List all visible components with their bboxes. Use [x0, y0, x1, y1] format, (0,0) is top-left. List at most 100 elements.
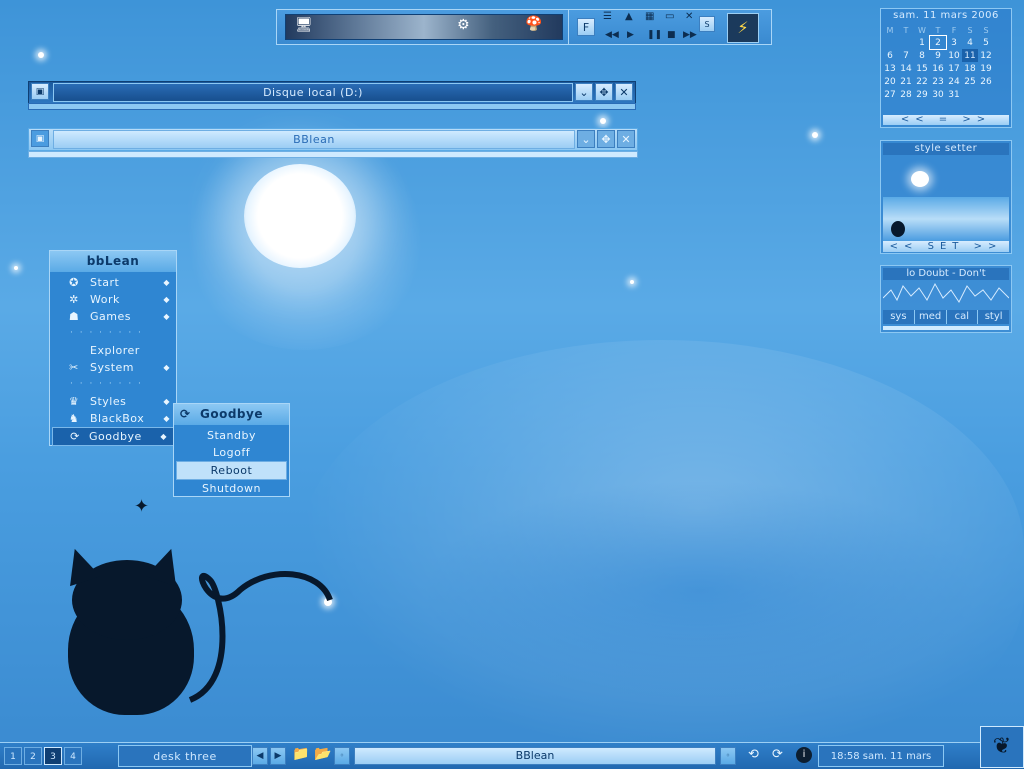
calendar-prev-button[interactable]: << — [901, 114, 930, 125]
calendar-day[interactable]: 16 — [930, 62, 946, 75]
refresh-tray-icon[interactable]: ⟳ — [772, 747, 783, 762]
calendar-day[interactable]: 10 — [946, 49, 962, 62]
info-tray-icon[interactable]: i — [796, 747, 812, 763]
calendar-day[interactable]: 4 — [962, 36, 978, 49]
calendar-day[interactable]: 26 — [978, 75, 994, 88]
calendar-day[interactable]: 2 — [929, 35, 947, 50]
style-set-button[interactable]: SET — [928, 241, 965, 252]
arrow-icon: ◆ — [163, 397, 170, 406]
calendar-day[interactable]: 23 — [930, 75, 946, 88]
style-nav: << SET >> — [883, 241, 1009, 252]
eject-icon[interactable]: ▲ — [625, 11, 633, 22]
pause-icon[interactable]: ❚❚ — [647, 30, 662, 40]
window-bottom-bar[interactable] — [28, 151, 638, 158]
menu-item-explorer[interactable]: Explorer — [50, 342, 176, 359]
menu-item-styles[interactable]: ♛ Styles ◆ — [50, 393, 176, 410]
calendar-day[interactable]: 3 — [946, 36, 962, 49]
workspace-1[interactable]: 1 — [4, 747, 22, 765]
power-tray-icon[interactable]: ⟲ — [748, 747, 759, 762]
forward-icon[interactable]: ▶▶ — [683, 30, 697, 40]
playlist-icon[interactable]: ☰ — [603, 11, 612, 22]
grid-icon[interactable]: ▦ — [645, 11, 654, 22]
workspace-2[interactable]: 2 — [24, 747, 42, 765]
calendar-day[interactable]: 13 — [882, 62, 898, 75]
dragon-logo-icon[interactable]: ❦ — [980, 726, 1024, 768]
calendar-day[interactable]: 6 — [882, 49, 898, 62]
calendar-day[interactable]: 21 — [898, 75, 914, 88]
close-icon[interactable]: ✕ — [617, 130, 635, 148]
calendar-day[interactable]: 7 — [898, 49, 914, 62]
window-icon[interactable]: ▭ — [665, 11, 674, 22]
window-disque-local[interactable]: ▣ Disque local (D:) ⌄ ✥ ✕ — [28, 81, 636, 104]
calendar-day[interactable]: 20 — [882, 75, 898, 88]
f-button[interactable]: F — [577, 18, 595, 36]
s-button[interactable]: S — [699, 16, 715, 32]
close-icon[interactable]: ✕ — [685, 11, 693, 22]
minimize-icon[interactable]: ⌄ — [577, 130, 595, 148]
calendar-day[interactable]: 19 — [978, 62, 994, 75]
tab-bar: sys med cal styl — [883, 310, 1009, 324]
minimize-icon[interactable]: ⌄ — [575, 83, 593, 101]
tab-sys[interactable]: sys — [883, 310, 915, 324]
arrow-icon: ◆ — [163, 278, 170, 287]
menu-item-blackbox[interactable]: ♞ BlackBox ◆ — [50, 410, 176, 427]
open-folder-icon[interactable]: 📂 — [314, 746, 331, 762]
calendar-day[interactable]: 15 — [914, 62, 930, 75]
calendar-day[interactable]: 31 — [946, 88, 962, 101]
calendar-day[interactable]: 11 — [962, 49, 978, 62]
calendar-day[interactable]: 30 — [930, 88, 946, 101]
tab-cal[interactable]: cal — [946, 310, 979, 324]
window-bottom-bar[interactable] — [28, 103, 636, 110]
play-icon[interactable]: ▶ — [627, 30, 634, 40]
calendar-day[interactable]: 18 — [962, 62, 978, 75]
task-bblean[interactable]: BBlean — [354, 747, 716, 765]
window-bblean[interactable]: ▣ BBlean ⌄ ✥ ✕ — [28, 128, 638, 151]
window-menu-icon[interactable]: ▣ — [31, 83, 49, 100]
calendar-day[interactable]: 24 — [946, 75, 962, 88]
wallpaper-star — [14, 266, 18, 270]
submenu-item-standby[interactable]: Standby — [174, 427, 289, 444]
style-next-button[interactable]: >> — [974, 241, 1003, 252]
clock[interactable]: 18:58 sam. 11 mars — [818, 745, 944, 767]
maximize-icon[interactable]: ✥ — [595, 83, 613, 101]
calendar-day[interactable]: 22 — [914, 75, 930, 88]
calendar-day[interactable]: 8 — [914, 49, 930, 62]
next-desk-button[interactable]: ▶ — [270, 747, 286, 765]
lightning-icon[interactable]: ⚡ — [727, 13, 759, 43]
calendar-day[interactable]: 12 — [978, 49, 994, 62]
calendar-day[interactable]: 25 — [962, 75, 978, 88]
window-menu-icon[interactable]: ▣ — [31, 130, 49, 147]
task-button-left[interactable]: ◦ — [334, 747, 350, 765]
calendar-day[interactable]: 14 — [898, 62, 914, 75]
calendar-day[interactable]: 27 — [882, 88, 898, 101]
calendar-day[interactable]: 17 — [946, 62, 962, 75]
submenu-item-logoff[interactable]: Logoff — [174, 444, 289, 461]
submenu-item-shutdown[interactable]: Shutdown — [174, 480, 289, 497]
menu-item-games[interactable]: ☗ Games ◆ — [50, 308, 176, 325]
calendar-day[interactable]: 5 — [978, 36, 994, 49]
menu-item-work[interactable]: ✲ Work ◆ — [50, 291, 176, 308]
calendar-day[interactable]: 9 — [930, 49, 946, 62]
submenu-item-reboot[interactable]: Reboot — [176, 461, 287, 480]
task-button-right[interactable]: ◦ — [720, 747, 736, 765]
menu-item-goodbye[interactable]: ⟳ Goodbye ◆ — [52, 427, 174, 446]
workspace-3[interactable]: 3 — [44, 747, 62, 765]
tab-styl[interactable]: styl — [978, 310, 1009, 324]
calendar-today-button[interactable]: = — [939, 114, 953, 125]
menu-item-start[interactable]: ✪ Start ◆ — [50, 274, 176, 291]
weekday-label: T — [903, 26, 909, 35]
rewind-icon[interactable]: ◀◀ — [605, 30, 619, 40]
prev-desk-button[interactable]: ◀ — [252, 747, 268, 765]
workspace-4[interactable]: 4 — [64, 747, 82, 765]
calendar-day[interactable]: 29 — [914, 88, 930, 101]
style-prev-button[interactable]: << — [890, 241, 919, 252]
weekday-label: S — [983, 26, 989, 35]
maximize-icon[interactable]: ✥ — [597, 130, 615, 148]
tab-med[interactable]: med — [914, 310, 947, 324]
calendar-next-button[interactable]: >> — [962, 114, 991, 125]
close-icon[interactable]: ✕ — [615, 83, 633, 101]
stop-icon[interactable]: ■ — [667, 30, 676, 40]
menu-item-system[interactable]: ✂ System ◆ — [50, 359, 176, 376]
folder-icon[interactable]: 📁 — [292, 746, 309, 762]
calendar-day[interactable]: 28 — [898, 88, 914, 101]
